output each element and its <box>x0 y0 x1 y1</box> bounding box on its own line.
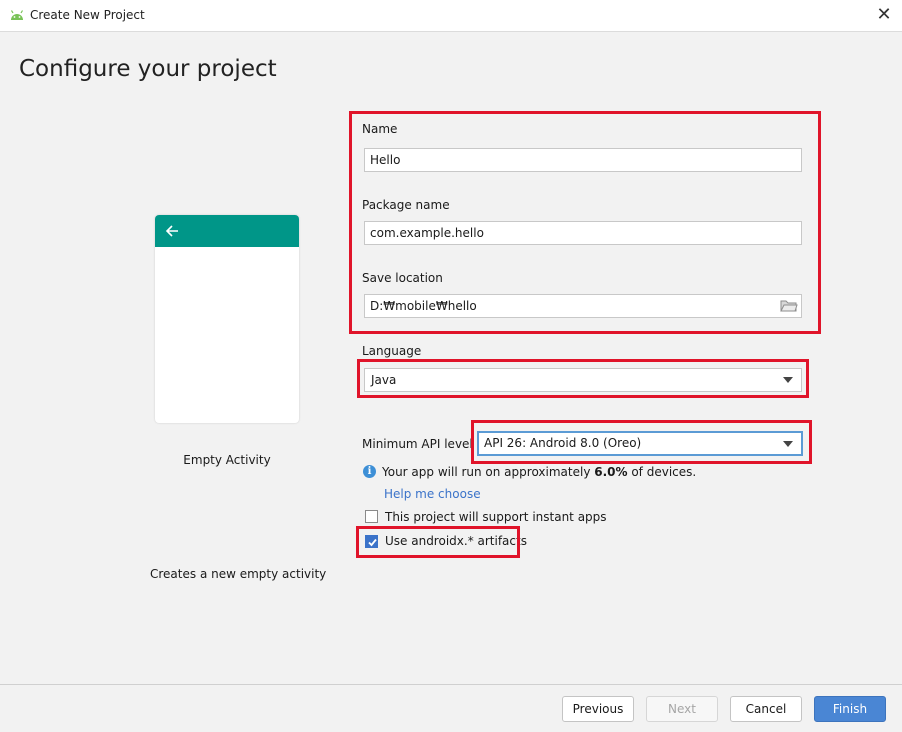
checkmark-icon <box>368 538 377 547</box>
previous-button[interactable]: Previous <box>562 696 634 722</box>
language-select[interactable]: Java <box>364 368 802 392</box>
window-title: Create New Project <box>30 8 145 22</box>
template-name: Empty Activity <box>183 453 271 467</box>
back-arrow-icon <box>165 225 178 237</box>
name-input[interactable] <box>364 148 802 172</box>
page-title: Configure your project <box>19 56 277 82</box>
preview-appbar <box>155 215 299 247</box>
chevron-down-icon <box>783 377 793 383</box>
finish-button[interactable]: Finish <box>814 696 886 722</box>
language-label: Language <box>362 344 422 358</box>
package-name-label: Package name <box>362 198 450 212</box>
cancel-button[interactable]: Cancel <box>730 696 802 722</box>
close-icon[interactable]: ✕ <box>876 4 892 26</box>
folder-icon[interactable] <box>780 298 798 314</box>
info-icon: i <box>363 465 376 478</box>
min-api-value: API 26: Android 8.0 (Oreo) <box>484 436 642 450</box>
help-me-choose-link[interactable]: Help me choose <box>384 487 481 501</box>
coverage-percent: 6.0% <box>594 465 628 479</box>
min-api-select[interactable]: API 26: Android 8.0 (Oreo) <box>477 431 803 456</box>
footer-divider <box>0 684 902 685</box>
android-icon <box>10 10 24 20</box>
save-location-label: Save location <box>362 271 443 285</box>
name-label: Name <box>362 122 398 136</box>
instant-apps-checkbox[interactable] <box>365 510 378 523</box>
save-location-input[interactable] <box>364 294 802 318</box>
device-coverage-text: Your app will run on approximately 6.0% … <box>382 465 697 479</box>
androidx-label: Use androidx.* artifacts <box>385 534 527 548</box>
template-preview <box>155 215 299 423</box>
template-description: Creates a new empty activity <box>150 567 327 581</box>
next-button[interactable]: Next <box>646 696 718 722</box>
androidx-checkbox[interactable] <box>365 535 378 548</box>
package-name-input[interactable] <box>364 221 802 245</box>
instant-apps-label: This project will support instant apps <box>385 510 607 524</box>
language-value: Java <box>371 373 397 387</box>
chevron-down-icon <box>783 441 793 447</box>
min-api-label: Minimum API level <box>362 437 473 451</box>
title-bar: Create New Project ✕ <box>0 0 902 32</box>
